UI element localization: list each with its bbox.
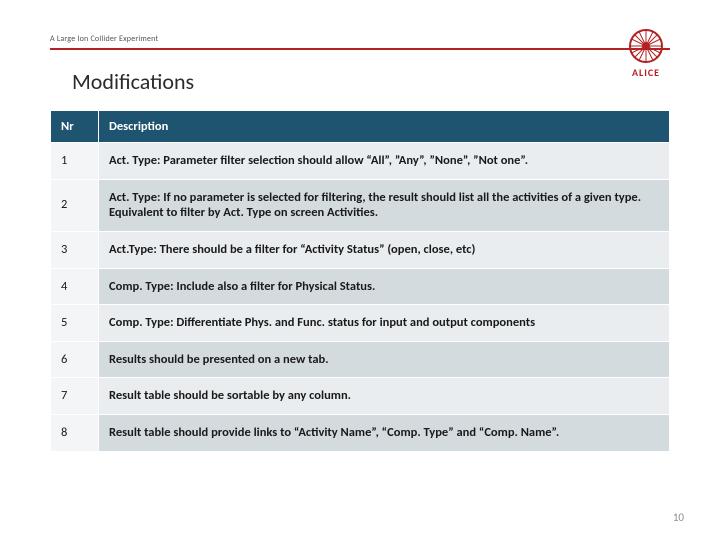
cell-description: Act.Type: There should be a filter for “… (99, 231, 670, 268)
cell-description: Results should be presented on a new tab… (99, 341, 670, 378)
table-header-row: Nr Description (51, 111, 670, 143)
cell-nr: 6 (51, 341, 99, 378)
cell-description: Act. Type: If no parameter is selected f… (99, 179, 670, 231)
table-row: 3 Act.Type: There should be a filter for… (51, 231, 670, 268)
cell-description: Act. Type: Parameter filter selection sh… (99, 143, 670, 180)
table-row: 6 Results should be presented on a new t… (51, 341, 670, 378)
cell-description: Comp. Type: Differentiate Phys. and Func… (99, 305, 670, 342)
page-title: Modifications (72, 68, 194, 95)
experiment-label: A Large Ion Collider Experiment (50, 34, 158, 44)
modifications-table: Nr Description 1 Act. Type: Parameter fi… (50, 110, 670, 452)
cell-nr: 5 (51, 305, 99, 342)
table-body: 1 Act. Type: Parameter filter selection … (51, 143, 670, 452)
cell-nr: 2 (51, 179, 99, 231)
cell-nr: 3 (51, 231, 99, 268)
table-row: 5 Comp. Type: Differentiate Phys. and Fu… (51, 305, 670, 342)
table-row: 8 Result table should provide links to “… (51, 415, 670, 452)
cell-description: Result table should provide links to “Ac… (99, 415, 670, 452)
header-rule: A Large Ion Collider Experiment (50, 22, 670, 50)
cell-nr: 4 (51, 268, 99, 305)
alice-logo-icon (628, 28, 664, 64)
cell-nr: 1 (51, 143, 99, 180)
col-nr: Nr (51, 111, 99, 143)
alice-logo-text: ALICE (622, 66, 670, 79)
cell-description: Comp. Type: Include also a filter for Ph… (99, 268, 670, 305)
cell-description: Result table should be sortable by any c… (99, 378, 670, 415)
table-row: 2 Act. Type: If no parameter is selected… (51, 179, 670, 231)
table-row: 4 Comp. Type: Include also a filter for … (51, 268, 670, 305)
table-row: 1 Act. Type: Parameter filter selection … (51, 143, 670, 180)
page-number: 10 (673, 511, 684, 524)
cell-nr: 7 (51, 378, 99, 415)
alice-logo: ALICE (622, 28, 670, 79)
table-row: 7 Result table should be sortable by any… (51, 378, 670, 415)
col-description: Description (99, 111, 670, 143)
cell-nr: 8 (51, 415, 99, 452)
